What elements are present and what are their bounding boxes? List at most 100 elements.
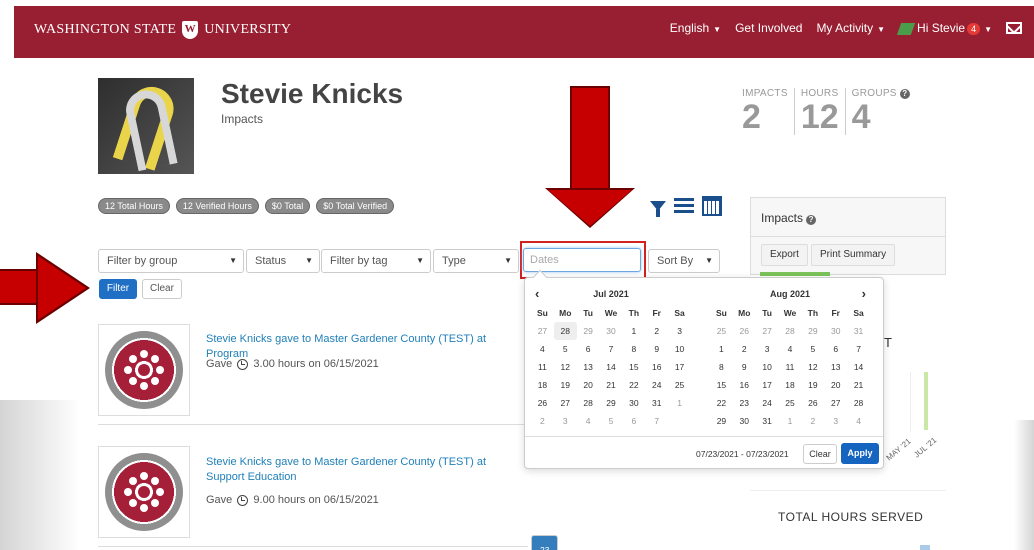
calendar-day[interactable]: 9 — [645, 340, 668, 358]
calendar-day[interactable]: 15 — [710, 376, 733, 394]
calendar-day[interactable]: 10 — [668, 340, 691, 358]
mail-icon[interactable] — [1006, 22, 1022, 34]
calendar-day[interactable]: 30 — [733, 412, 756, 430]
calendar-day[interactable]: 7 — [847, 340, 870, 358]
calendar-day[interactable]: 7 — [600, 340, 623, 358]
calendar-day[interactable]: 29 — [801, 322, 824, 340]
calendar-day[interactable]: 26 — [801, 394, 824, 412]
calendar-day[interactable]: 9 — [733, 358, 756, 376]
calendar-day[interactable]: 26 — [531, 394, 554, 412]
calendar-day[interactable]: 13 — [824, 358, 847, 376]
calendar-day[interactable]: 31 — [756, 412, 779, 430]
calendar-day[interactable]: 29 — [710, 412, 733, 430]
calendar-day[interactable]: 13 — [577, 358, 600, 376]
calendar-day[interactable]: 27 — [824, 394, 847, 412]
calendar-view-icon[interactable] — [702, 196, 722, 216]
calendar-day[interactable]: 19 — [801, 376, 824, 394]
calendar-day[interactable]: 18 — [531, 376, 554, 394]
user-menu[interactable]: Hi Stevie 4 ▼ — [896, 21, 992, 35]
calendar-day[interactable]: 25 — [779, 394, 802, 412]
feed-item-logo[interactable] — [98, 446, 190, 538]
calendar-day[interactable]: 28 — [779, 322, 802, 340]
calendar-day[interactable]: 25 — [710, 322, 733, 340]
calendar-day[interactable]: 22 — [710, 394, 733, 412]
calendar-day[interactable]: 7 — [645, 412, 668, 430]
calendar-day[interactable]: 1 — [668, 394, 691, 412]
language-menu[interactable]: English ▼ — [670, 21, 721, 35]
clear-button[interactable]: Clear — [142, 279, 182, 299]
calendar-day[interactable]: 31 — [847, 322, 870, 340]
wsu-logo[interactable]: WASHINGTON STATE W UNIVERSITY — [34, 21, 291, 39]
filter-group-select[interactable]: Filter by group ▼ — [98, 249, 244, 273]
my-activity-menu[interactable]: My Activity ▼ — [816, 21, 885, 35]
calendar-day[interactable]: 28 — [577, 394, 600, 412]
calendar-day[interactable]: 3 — [756, 340, 779, 358]
calendar-day[interactable]: 11 — [779, 358, 802, 376]
calendar-day[interactable]: 4 — [779, 340, 802, 358]
calendar-day[interactable]: 3 — [668, 322, 691, 340]
calendar-day[interactable]: 23 — [733, 394, 756, 412]
calendar-day[interactable]: 5 — [600, 412, 623, 430]
calendar-day[interactable]: 5 — [801, 340, 824, 358]
calendar-day[interactable]: 17 — [756, 376, 779, 394]
calendar-day[interactable]: 6 — [577, 340, 600, 358]
calendar-day[interactable]: 14 — [600, 358, 623, 376]
calendar-day[interactable]: 15 — [622, 358, 645, 376]
calendar-day[interactable]: 22 — [622, 376, 645, 394]
calendar-day[interactable]: 27 — [756, 322, 779, 340]
calendar-day[interactable]: 24 — [645, 376, 668, 394]
calendar-day[interactable]: 8 — [622, 340, 645, 358]
calendar-day[interactable]: 18 — [779, 376, 802, 394]
type-select[interactable]: Type ▼ — [433, 249, 519, 273]
dates-input[interactable]: Dates — [523, 248, 641, 272]
calendar-day[interactable]: 1 — [710, 340, 733, 358]
calendar-day[interactable]: 4 — [577, 412, 600, 430]
filter-tag-select[interactable]: Filter by tag ▼ — [321, 249, 431, 273]
calendar-day[interactable]: 24 — [756, 394, 779, 412]
calendar-day[interactable]: 3 — [824, 412, 847, 430]
help-icon[interactable]: ? — [806, 215, 817, 225]
calendar-day[interactable]: 14 — [847, 358, 870, 376]
calendar-day[interactable]: 12 — [801, 358, 824, 376]
calendar-day[interactable]: 4 — [847, 412, 870, 430]
filter-button[interactable]: Filter — [99, 279, 137, 299]
calendar-day[interactable]: 2 — [801, 412, 824, 430]
calendar-day[interactable]: 28 — [553, 322, 577, 340]
calendar-day[interactable]: 6 — [824, 340, 847, 358]
calendar-day[interactable]: 2 — [645, 322, 668, 340]
calendar-day[interactable]: 6 — [622, 412, 645, 430]
calendar-day[interactable]: 16 — [645, 358, 668, 376]
next-month-icon[interactable]: › — [862, 286, 866, 302]
calendar-day[interactable]: 29 — [600, 394, 623, 412]
calendar-day[interactable]: 19 — [554, 376, 577, 394]
calendar-day-selected[interactable]: 23 — [531, 535, 559, 550]
calendar-day[interactable]: 12 — [554, 358, 577, 376]
feed-item-title[interactable]: Stevie Knicks gave to Master Gardener Co… — [206, 455, 526, 485]
status-select[interactable]: Status ▼ — [246, 249, 320, 273]
datepicker-apply-button[interactable]: Apply — [841, 443, 879, 464]
calendar-day[interactable]: 21 — [600, 376, 623, 394]
calendar-day[interactable]: 1 — [622, 322, 645, 340]
calendar-day[interactable]: 30 — [824, 322, 847, 340]
calendar-day[interactable]: 11 — [531, 358, 554, 376]
filter-funnel-icon[interactable] — [650, 201, 666, 217]
calendar-day[interactable]: 21 — [847, 376, 870, 394]
calendar-day[interactable]: 27 — [531, 322, 554, 340]
calendar-day[interactable]: 2 — [531, 412, 554, 430]
get-involved-link[interactable]: Get Involved — [735, 21, 802, 35]
calendar-day[interactable]: 3 — [554, 412, 577, 430]
calendar-day[interactable]: 4 — [531, 340, 554, 358]
list-view-icon[interactable] — [674, 198, 694, 214]
calendar-day[interactable]: 26 — [733, 322, 756, 340]
calendar-day[interactable]: 2 — [733, 340, 756, 358]
calendar-day[interactable]: 30 — [622, 394, 645, 412]
calendar-day[interactable]: 17 — [668, 358, 691, 376]
export-button[interactable]: Export — [761, 244, 808, 266]
calendar-day[interactable]: 20 — [824, 376, 847, 394]
calendar-day[interactable]: 25 — [668, 376, 691, 394]
calendar-day[interactable]: 5 — [554, 340, 577, 358]
print-summary-button[interactable]: Print Summary — [811, 244, 896, 266]
calendar-day[interactable]: 20 — [577, 376, 600, 394]
sort-by-select[interactable]: Sort By ▼ — [648, 249, 720, 273]
calendar-day[interactable]: 28 — [847, 394, 870, 412]
